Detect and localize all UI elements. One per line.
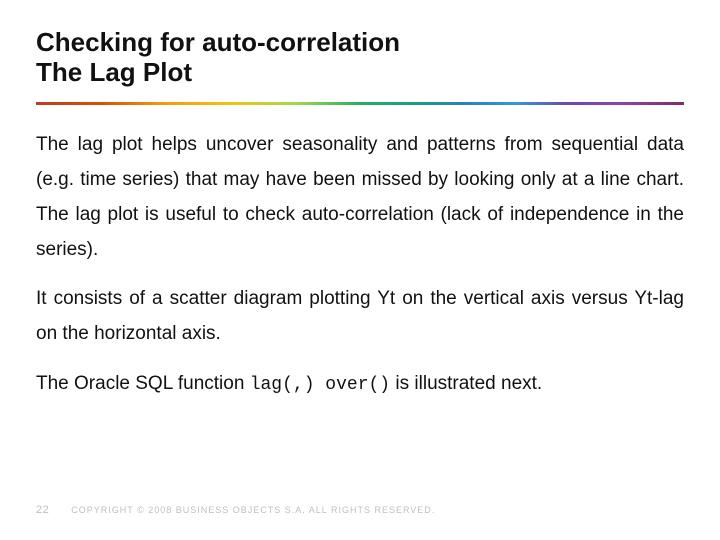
body-text: The lag plot helps uncover seasonality a… bbox=[36, 127, 684, 402]
paragraph-1: The lag plot helps uncover seasonality a… bbox=[36, 127, 684, 268]
title-block: Checking for auto-correlation The Lag Pl… bbox=[36, 28, 684, 88]
copyright-text: COPYRIGHT © 2008 BUSINESS OBJECTS S.A. A… bbox=[71, 505, 435, 515]
divider-rainbow bbox=[36, 102, 684, 105]
p3-pre: The Oracle SQL function bbox=[36, 373, 250, 394]
title-line-1: Checking for auto-correlation bbox=[36, 28, 684, 58]
page-number: 22 bbox=[36, 504, 49, 516]
slide: Checking for auto-correlation The Lag Pl… bbox=[0, 0, 720, 540]
p3-code: lag(,) over() bbox=[250, 375, 390, 395]
title-line-2: The Lag Plot bbox=[36, 58, 684, 88]
paragraph-3: The Oracle SQL function lag(,) over() is… bbox=[36, 366, 684, 402]
p3-post: is illustrated next. bbox=[390, 373, 542, 394]
footer: 22 COPYRIGHT © 2008 BUSINESS OBJECTS S.A… bbox=[36, 504, 435, 516]
paragraph-2: It consists of a scatter diagram plottin… bbox=[36, 281, 684, 351]
